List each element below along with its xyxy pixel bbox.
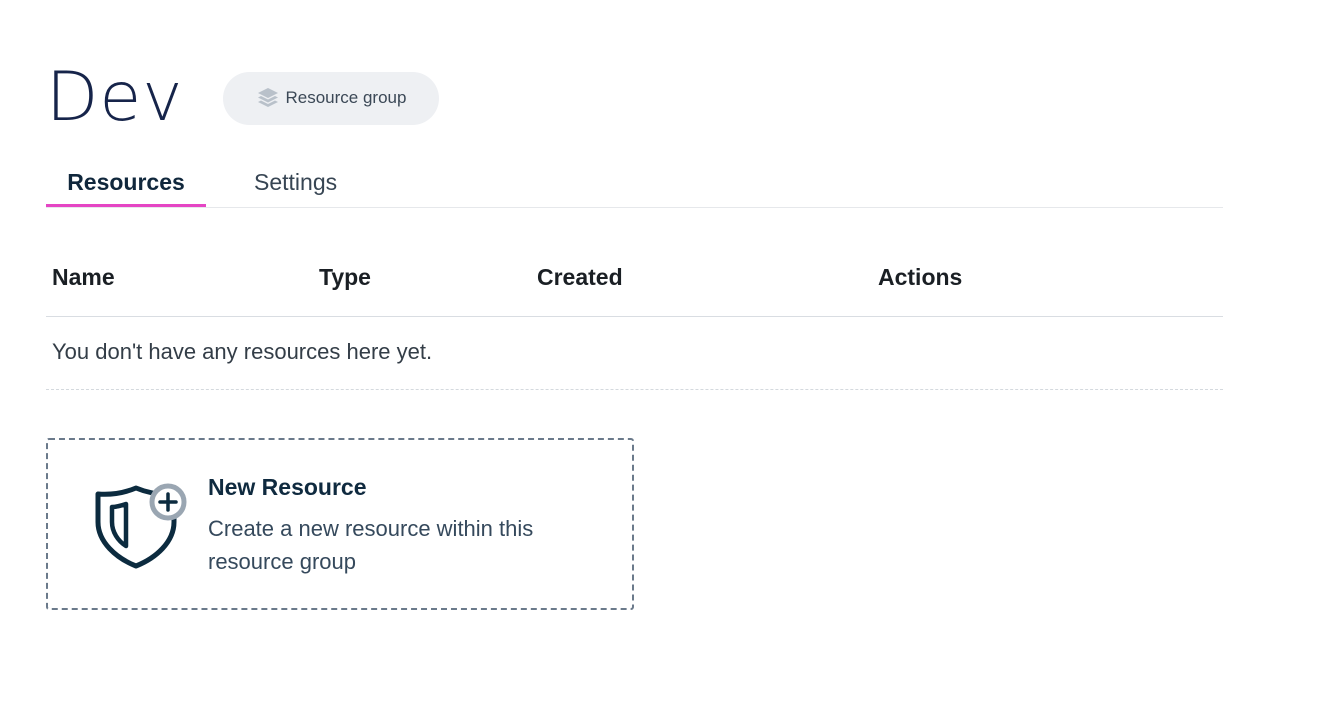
- column-header-name[interactable]: Name: [52, 264, 115, 291]
- badge-label: Resource group: [285, 88, 407, 107]
- page-header: Dev Resource group: [46, 56, 440, 140]
- resource-group-badge: Resource group: [223, 71, 440, 125]
- layers-icon: [258, 88, 279, 107]
- column-header-created[interactable]: Created: [537, 264, 623, 291]
- shield-plus-icon: [95, 483, 187, 569]
- column-header-actions: Actions: [878, 264, 963, 290]
- tab-settings[interactable]: Settings: [254, 164, 337, 207]
- new-resource-card[interactable]: New Resource Create a new resource withi…: [46, 438, 634, 610]
- tab-bar: Resources Settings: [46, 164, 1223, 208]
- empty-state-message: You don't have any resources here yet.: [52, 339, 433, 364]
- empty-table-row: You don't have any resources here yet.: [46, 317, 1223, 390]
- new-resource-description: Create a new resource within this resour…: [208, 516, 534, 574]
- table-header-row: Name Type Created Actions: [46, 246, 1223, 317]
- column-header-type[interactable]: Type: [319, 264, 371, 291]
- new-resource-title: New Resource: [208, 474, 367, 500]
- page-title: Dev: [46, 58, 184, 137]
- tab-resources[interactable]: Resources: [46, 164, 206, 207]
